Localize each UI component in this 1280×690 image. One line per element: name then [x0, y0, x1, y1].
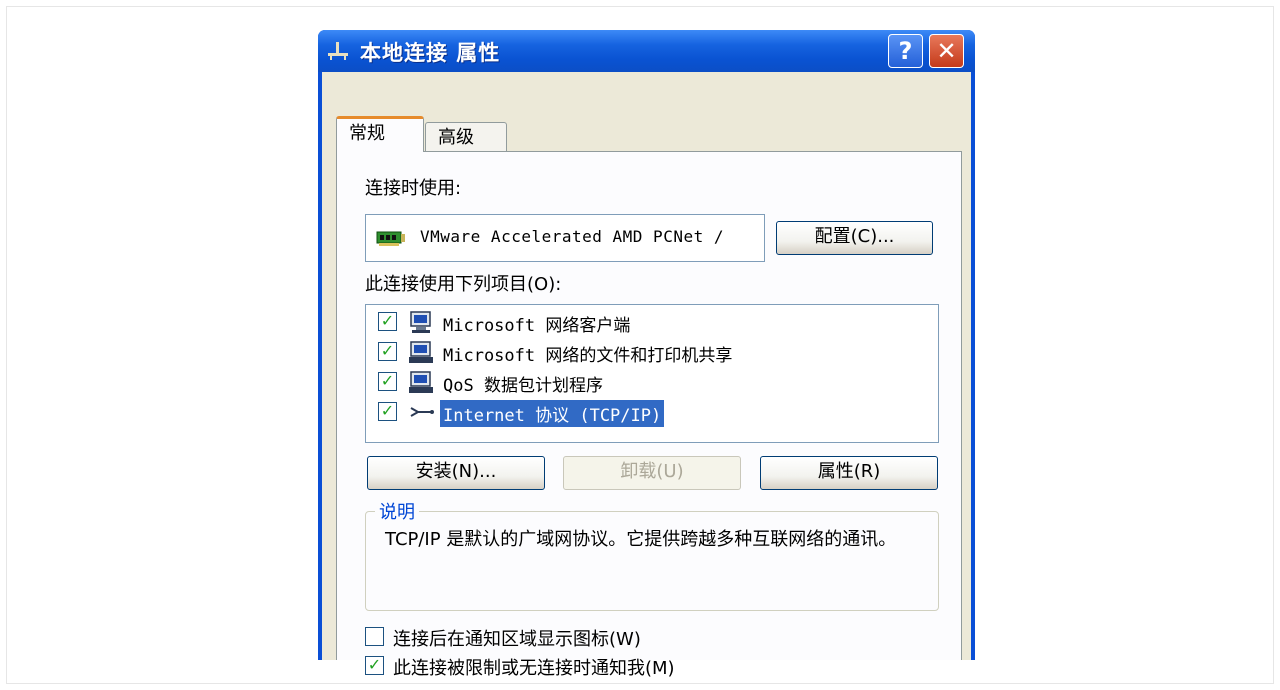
notify-label: 此连接被限制或无连接时通知我(M)	[393, 658, 675, 679]
component-checkbox[interactable]: ✓	[378, 402, 397, 421]
component-checkbox[interactable]: ✓	[378, 342, 397, 361]
show-icon-option[interactable]: 连接后在通知区域显示图标(W)	[365, 624, 925, 650]
window-title: 本地连接 属性	[360, 41, 501, 65]
list-item[interactable]: ✓ Microsoft 网络的文件和打印机共享	[378, 338, 918, 366]
components-label: 此连接使用下列项目(O):	[365, 274, 562, 295]
component-label-selected: Internet 协议 (TCP/IP)	[440, 400, 665, 427]
install-button[interactable]: 安装(N)...	[367, 456, 545, 490]
adapter-field: VMware Accelerated AMD PCNet /	[365, 214, 765, 262]
component-checkbox[interactable]: ✓	[378, 312, 397, 331]
network-service-icon	[409, 371, 433, 393]
properties-dialog: 本地连接 属性 ? ✕ 常规 高级 连接时使用: VMware Accelera…	[318, 30, 975, 679]
list-item[interactable]: ✓ Microsoft 网络客户端	[378, 308, 918, 336]
connect-using-label: 连接时使用:	[365, 178, 462, 199]
show-icon-checkbox[interactable]	[365, 627, 384, 646]
tab-general[interactable]: 常规	[336, 116, 424, 152]
uninstall-button[interactable]: 卸载(U)	[563, 456, 741, 490]
notify-option[interactable]: ✓ 此连接被限制或无连接时通知我(M)	[365, 653, 925, 679]
dialog-client-area: 常规 高级 连接时使用: VMware Accelerated AMD PCNe…	[322, 72, 971, 679]
protocol-icon	[410, 407, 434, 417]
description-group	[365, 511, 939, 611]
show-icon-label: 连接后在通知区域显示图标(W)	[393, 629, 641, 650]
component-checkbox[interactable]: ✓	[378, 372, 397, 391]
properties-button[interactable]: 属性(R)	[760, 456, 938, 490]
network-service-icon	[409, 341, 433, 363]
list-item[interactable]: ✓ Internet 协议 (TCP/IP)	[378, 398, 918, 427]
tab-advanced[interactable]: 高级	[425, 122, 507, 152]
component-label: Microsoft 网络客户端	[443, 316, 631, 336]
notify-checkbox[interactable]: ✓	[365, 656, 384, 675]
description-text: TCP/IP 是默认的广域网协议。它提供跨越多种互联网络的通讯。	[385, 529, 897, 550]
list-item[interactable]: ✓ QoS 数据包计划程序	[378, 368, 918, 396]
general-tab-panel: 连接时使用: VMware Accelerated AMD PCNet / 配置…	[336, 151, 962, 679]
components-list[interactable]: ✓ Microsoft 网络客户端 ✓ Microsoft 网络的文件和打印机共…	[365, 304, 939, 443]
component-label: QoS 数据包计划程序	[443, 376, 603, 396]
description-legend: 说明	[375, 498, 419, 524]
help-button[interactable]: ?	[888, 34, 923, 68]
configure-button[interactable]: 配置(C)...	[776, 221, 933, 255]
network-client-icon	[410, 311, 431, 333]
title-bar[interactable]: 本地连接 属性 ? ✕	[318, 30, 975, 72]
component-label: Microsoft 网络的文件和打印机共享	[443, 346, 733, 366]
network-connection-icon	[328, 42, 348, 60]
network-adapter-icon	[376, 231, 405, 246]
adapter-name: VMware Accelerated AMD PCNet /	[420, 227, 724, 246]
close-button[interactable]: ✕	[929, 34, 964, 68]
